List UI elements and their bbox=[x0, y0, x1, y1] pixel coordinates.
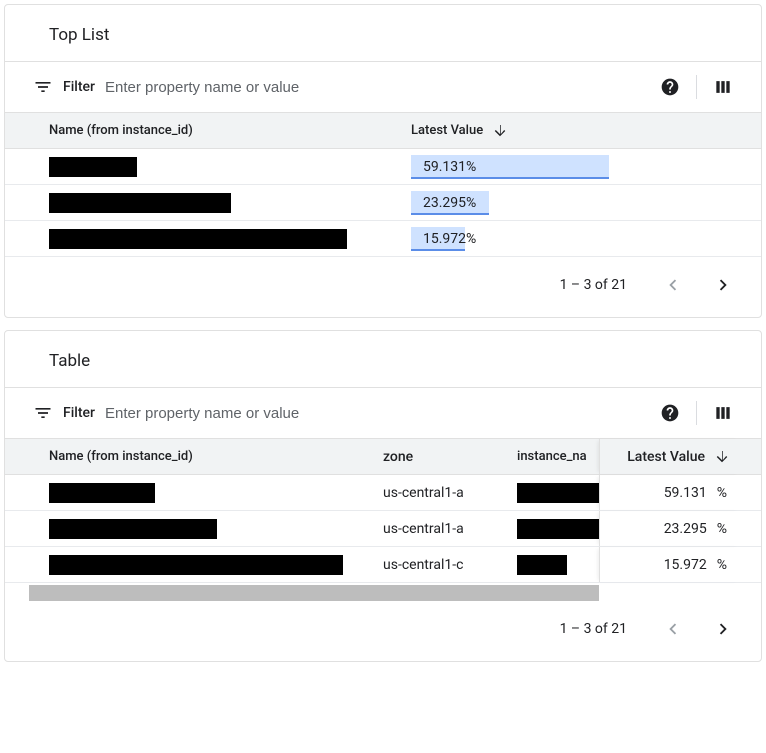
prev-page-button[interactable] bbox=[653, 609, 693, 649]
top-list-rows: 59.131% 23.295% 15.972% bbox=[5, 149, 761, 257]
redacted-name bbox=[49, 555, 343, 575]
cell-zone: us-central1-c bbox=[383, 557, 517, 573]
value-text: 15.972% bbox=[411, 231, 476, 247]
table-rows: us-central1-a 59.131% us-central1-a 23.295%… bbox=[5, 475, 761, 583]
cell-value: 23.295% bbox=[405, 190, 761, 216]
value-bar-container: 23.295% bbox=[411, 190, 741, 216]
filter-label: Filter bbox=[63, 79, 95, 95]
col-header-value[interactable]: Latest Value bbox=[599, 439, 741, 474]
filter-left: Filter bbox=[33, 77, 650, 97]
prev-page-button[interactable] bbox=[653, 265, 693, 305]
col-header-name[interactable]: Name (from instance_id) bbox=[5, 449, 383, 464]
divider bbox=[696, 401, 697, 425]
panel-title: Table bbox=[5, 331, 761, 387]
arrow-down-icon bbox=[491, 122, 509, 140]
next-page-button[interactable] bbox=[703, 265, 743, 305]
cell-instance bbox=[517, 555, 599, 575]
table-panel: Table Filter Name (from instance_id) zon… bbox=[4, 330, 762, 662]
cell-value: 23.295% bbox=[599, 511, 741, 546]
cell-name bbox=[5, 519, 383, 539]
filter-icon bbox=[33, 77, 53, 97]
redacted-name bbox=[49, 483, 155, 503]
filter-row: Filter bbox=[5, 61, 761, 113]
table-row[interactable]: us-central1-a 59.131% bbox=[5, 475, 761, 511]
redacted-instance bbox=[517, 483, 599, 503]
redacted-instance bbox=[517, 555, 567, 575]
help-button[interactable] bbox=[650, 393, 690, 433]
value-unit: % bbox=[717, 521, 727, 537]
value-number: 15.972 bbox=[664, 557, 707, 573]
columns-button[interactable] bbox=[703, 67, 743, 107]
table-row[interactable]: us-central1-c 15.972% bbox=[5, 547, 761, 583]
table-header: Name (from instance_id) zone instance_na… bbox=[5, 439, 761, 475]
table-row[interactable]: 15.972% bbox=[5, 221, 761, 257]
pager-text: 1 – 3 of 21 bbox=[560, 621, 627, 637]
value-bar-container: 15.972% bbox=[411, 226, 741, 252]
cell-zone: us-central1-a bbox=[383, 521, 517, 537]
cell-value: 59.131% bbox=[599, 475, 741, 510]
cell-zone: us-central1-a bbox=[383, 485, 517, 501]
col-header-name[interactable]: Name (from instance_id) bbox=[5, 123, 405, 138]
value-text: 59.131% bbox=[411, 159, 476, 175]
divider bbox=[696, 75, 697, 99]
col-header-value[interactable]: Latest Value bbox=[405, 122, 761, 140]
value-unit: % bbox=[717, 557, 727, 573]
cell-name bbox=[5, 193, 405, 213]
redacted-name bbox=[49, 193, 231, 213]
value-bar-container: 59.131% bbox=[411, 154, 741, 180]
cell-name bbox=[5, 483, 383, 503]
next-page-button[interactable] bbox=[703, 609, 743, 649]
col-header-zone[interactable]: zone bbox=[383, 449, 517, 465]
horizontal-scrollbar[interactable] bbox=[29, 585, 599, 601]
cell-name bbox=[5, 555, 383, 575]
filter-input[interactable] bbox=[105, 79, 650, 96]
cell-value: 59.131% bbox=[405, 154, 761, 180]
pager: 1 – 3 of 21 bbox=[5, 257, 761, 305]
pager: 1 – 3 of 21 bbox=[5, 601, 761, 649]
value-number: 59.131 bbox=[664, 485, 707, 501]
redacted-name bbox=[49, 519, 217, 539]
table-row[interactable]: us-central1-a 23.295% bbox=[5, 511, 761, 547]
cell-value: 15.972% bbox=[599, 547, 741, 582]
value-number: 23.295 bbox=[664, 521, 707, 537]
columns-button[interactable] bbox=[703, 393, 743, 433]
pager-text: 1 – 3 of 21 bbox=[560, 277, 627, 293]
redacted-name bbox=[49, 229, 347, 249]
table-header: Name (from instance_id) Latest Value bbox=[5, 113, 761, 149]
cell-instance bbox=[517, 519, 599, 539]
arrow-down-icon bbox=[713, 448, 731, 466]
redacted-instance bbox=[517, 519, 599, 539]
top-list-panel: Top List Filter Name (from instance_id) … bbox=[4, 4, 762, 318]
help-button[interactable] bbox=[650, 67, 690, 107]
value-text: 23.295% bbox=[411, 195, 476, 211]
filter-label: Filter bbox=[63, 405, 95, 421]
value-unit: % bbox=[717, 485, 727, 501]
redacted-name bbox=[49, 157, 137, 177]
cell-instance bbox=[517, 483, 599, 503]
panel-title: Top List bbox=[5, 5, 761, 61]
cell-name bbox=[5, 157, 405, 177]
filter-row: Filter bbox=[5, 387, 761, 439]
filter-input[interactable] bbox=[105, 405, 650, 422]
col-header-instance[interactable]: instance_na bbox=[517, 449, 599, 464]
table-row[interactable]: 59.131% bbox=[5, 149, 761, 185]
filter-icon bbox=[33, 403, 53, 423]
table-row[interactable]: 23.295% bbox=[5, 185, 761, 221]
cell-value: 15.972% bbox=[405, 226, 761, 252]
filter-left: Filter bbox=[33, 403, 650, 423]
cell-name bbox=[5, 229, 405, 249]
